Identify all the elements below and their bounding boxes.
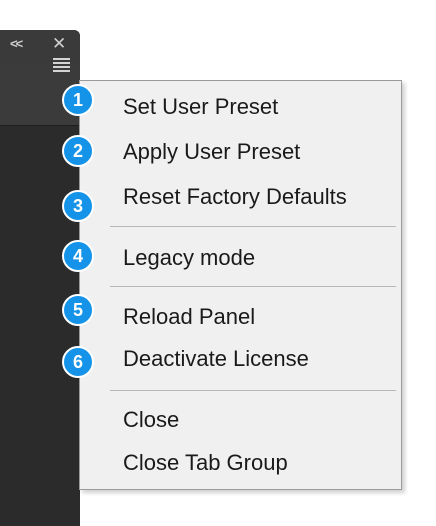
menu-item-reset-factory-defaults[interactable]: Reset Factory Defaults — [123, 184, 347, 210]
menu-item-deactivate-license[interactable]: Deactivate License — [123, 346, 309, 372]
hamburger-menu-icon[interactable] — [53, 58, 70, 72]
collapse-icon[interactable]: << — [10, 36, 23, 51]
menu-separator — [110, 390, 396, 391]
menu-item-legacy-mode[interactable]: Legacy mode — [123, 245, 255, 271]
callout-badge: 5 — [62, 294, 94, 326]
screenshot-root: << ✕ Set User Preset Apply User Preset R… — [0, 0, 436, 526]
callout-badge: 1 — [62, 84, 94, 116]
menu-separator — [110, 286, 396, 287]
menu-item-apply-user-preset[interactable]: Apply User Preset — [123, 139, 300, 165]
menu-item-set-user-preset[interactable]: Set User Preset — [123, 94, 278, 120]
flyout-menu: Set User Preset Apply User Preset Reset … — [79, 80, 402, 490]
callout-badge: 3 — [62, 190, 94, 222]
menu-item-reload-panel[interactable]: Reload Panel — [123, 304, 255, 330]
callout-badge: 4 — [62, 240, 94, 272]
callout-badge: 6 — [62, 346, 94, 378]
callout-badge: 2 — [62, 135, 94, 167]
close-icon[interactable]: ✕ — [52, 34, 66, 54]
menu-item-close[interactable]: Close — [123, 407, 179, 433]
menu-item-close-tab-group[interactable]: Close Tab Group — [123, 450, 288, 476]
menu-separator — [110, 226, 396, 227]
